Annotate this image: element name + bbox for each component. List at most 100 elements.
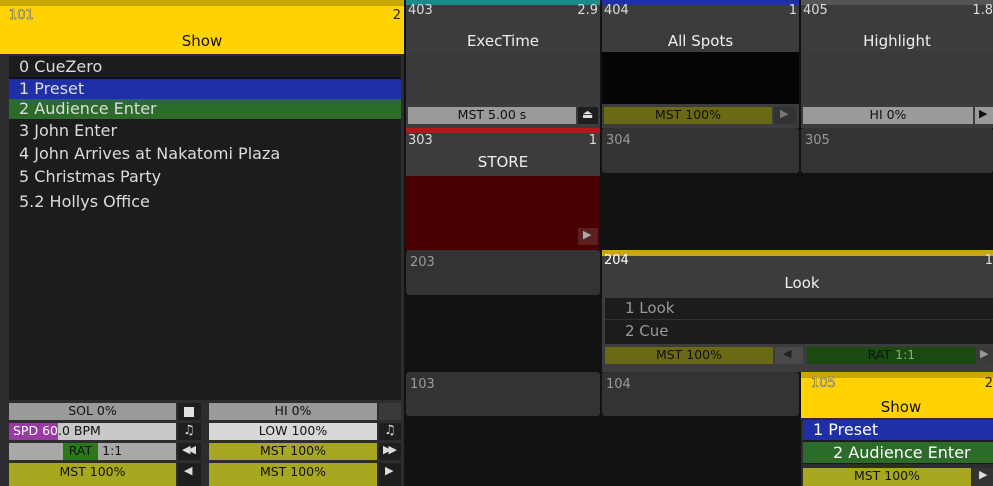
executor-103[interactable]: 103 (406, 372, 600, 486)
executor-101-page: 2 (392, 8, 401, 23)
executor-303-number: 303 (408, 133, 433, 148)
executor-204-color-bar (602, 250, 993, 256)
fader-rat-rest: 1:1 (98, 443, 123, 458)
list-item[interactable]: 2 Cue (605, 320, 993, 342)
learn-button[interactable]: ♫ (178, 423, 201, 440)
executor-103-number: 103 (410, 377, 435, 392)
executor-303[interactable]: 303 1 STORE ▶ (406, 128, 600, 250)
eject-icon: ⏏ (582, 107, 594, 121)
executor-204-fader-rat-rest: 1:1 (891, 347, 916, 362)
go-icon: ▶ (385, 464, 394, 477)
executor-204-title: Look (784, 274, 820, 292)
executor-405-fader[interactable]: HI 0% (803, 107, 973, 124)
cue-item[interactable]: 5 Christmas Party (9, 165, 401, 190)
executor-403-number: 403 (408, 3, 433, 18)
executor-304[interactable]: 304 (602, 128, 799, 250)
executor-204-go-button[interactable]: ▶ (977, 347, 993, 364)
executor-404-body (602, 52, 799, 104)
executor-403[interactable]: 403 2.9 ExecTime MST 5.00 s ⏏ (406, 0, 600, 128)
go-button[interactable]: ▶ (379, 463, 401, 486)
executor-105[interactable]: 105 2 Show 1 Preset 2 Audience Enter MST… (801, 372, 993, 486)
cue-item-selected[interactable]: 1 Preset (803, 420, 993, 440)
music-note-icon: ♫ (183, 423, 195, 438)
executor-303-value: 1 (588, 133, 597, 148)
go-icon: ▶ (980, 347, 989, 360)
back-icon: ◀ (184, 464, 193, 477)
cue-item-active[interactable]: 2 Audience Enter (803, 442, 993, 463)
executor-305-number: 305 (805, 133, 830, 148)
executor-404-title: All Spots (667, 32, 734, 50)
executor-204-fader-mst[interactable]: MST 100% (605, 347, 773, 364)
fader-hi[interactable]: HI 0% (209, 403, 377, 420)
cue-item[interactable]: 3 John Enter (9, 119, 401, 142)
fader-mst-mid[interactable]: MST 100% (209, 443, 377, 460)
executor-303-title: STORE (477, 153, 529, 171)
stop-button[interactable] (178, 403, 201, 420)
go-icon: ▶ (979, 468, 988, 481)
cue-item[interactable]: 4 John Arrives at Nakatomi Plaza (9, 142, 401, 165)
fader-low[interactable]: LOW 100% (209, 423, 377, 440)
fader-mst-right[interactable]: MST 100% (209, 463, 377, 486)
executor-404-number: 404 (604, 3, 629, 18)
executor-204[interactable]: 204 1 Look 1 Look 2 Cue MST 100% ◀ RAT 1… (602, 250, 993, 372)
cue-item-active[interactable]: 2 Audience Enter (9, 99, 401, 119)
executor-101-title: Show (181, 32, 223, 50)
executor-403-eject-button[interactable]: ⏏ (578, 107, 598, 124)
back-icon: ◀ (783, 347, 792, 360)
fast-forward-button[interactable]: ▶▶ (379, 443, 401, 460)
cue-item[interactable]: 0 CueZero (9, 56, 401, 79)
executor-405-go-button[interactable]: ▶ (975, 107, 993, 124)
executor-404-fader[interactable]: MST 100% (604, 107, 772, 124)
fader-mst-left[interactable]: MST 100% (9, 463, 176, 486)
fader-hi-button[interactable] (379, 403, 401, 420)
back-button[interactable]: ◀ (178, 463, 201, 486)
executor-204-back-button[interactable]: ◀ (775, 347, 803, 364)
cue-item-selected[interactable]: 1 Preset (9, 79, 401, 99)
fader-spd[interactable]: SPD 60.0 BPM (9, 423, 176, 440)
executor-104-number: 104 (606, 377, 631, 392)
go-icon: ▶ (780, 107, 789, 120)
executor-105-value: 2 (984, 376, 993, 391)
executor-404[interactable]: 404 1 All Spots MST 100% ▶ (602, 0, 799, 128)
executor-105-header[interactable]: 105 2 Show (801, 376, 993, 418)
executor-105-go-button[interactable]: ▶ (973, 468, 993, 486)
executor-105-title: Show (880, 398, 922, 416)
executor-204-number: 204 (604, 253, 629, 268)
executor-405-body (801, 52, 993, 104)
fader-sol[interactable]: SOL 0% (9, 403, 176, 420)
executor-403-fader[interactable]: MST 5.00 s (408, 107, 576, 124)
learn-button-right[interactable]: ♫ (379, 423, 401, 440)
executor-203-number: 203 (410, 255, 435, 270)
executor-303-go-button[interactable]: ▶ (578, 228, 598, 245)
executor-403-value: 2.9 (577, 3, 598, 18)
executor-405[interactable]: 405 1.8 Highlight HI 0% ▶ (801, 0, 993, 128)
executor-204-fader-rat-key: RAT (867, 347, 892, 362)
rewind-button[interactable]: ◀◀ (178, 443, 201, 460)
executor-404-go-button[interactable]: ▶ (774, 107, 796, 124)
executor-403-color-bar (406, 0, 600, 5)
music-note-icon: ♫ (384, 423, 396, 438)
executor-203-slot (406, 250, 600, 295)
executor-303-body: ▶ (406, 176, 600, 250)
fader-rat[interactable]: RAT 1:1 (9, 443, 176, 460)
executor-305[interactable]: 305 (801, 128, 993, 250)
executor-204-fader-rat[interactable]: RAT 1:1 (807, 347, 976, 364)
executor-405-value: 1.8 (972, 3, 993, 18)
executor-203[interactable]: 203 (406, 250, 600, 372)
executor-105-fader[interactable]: MST 100% (803, 468, 971, 486)
go-icon: ▶ (979, 107, 988, 120)
executor-101[interactable]: 101 2 Show 0 CueZero 1 Preset 2 Audience… (0, 0, 404, 486)
executor-101-number: 101 (9, 8, 34, 24)
stop-icon (184, 407, 194, 417)
executor-104[interactable]: 104 (602, 372, 799, 486)
list-item[interactable]: 1 Look (605, 298, 993, 320)
fader-spd-rest: .0 BPM (57, 423, 101, 438)
executor-303-color-bar (406, 128, 600, 133)
executor-204-value: 1 (984, 253, 993, 268)
cue-list[interactable]: 0 CueZero 1 Preset 2 Audience Enter 3 Jo… (9, 56, 401, 400)
executor-204-list[interactable]: 1 Look 2 Cue (605, 298, 993, 344)
executor-105-list[interactable]: 1 Preset 2 Audience Enter (803, 420, 993, 464)
cue-item[interactable]: 5.2 Hollys Office (9, 190, 401, 213)
executor-103-slot (406, 372, 600, 416)
executor-101-header[interactable]: 101 2 Show (0, 6, 404, 54)
